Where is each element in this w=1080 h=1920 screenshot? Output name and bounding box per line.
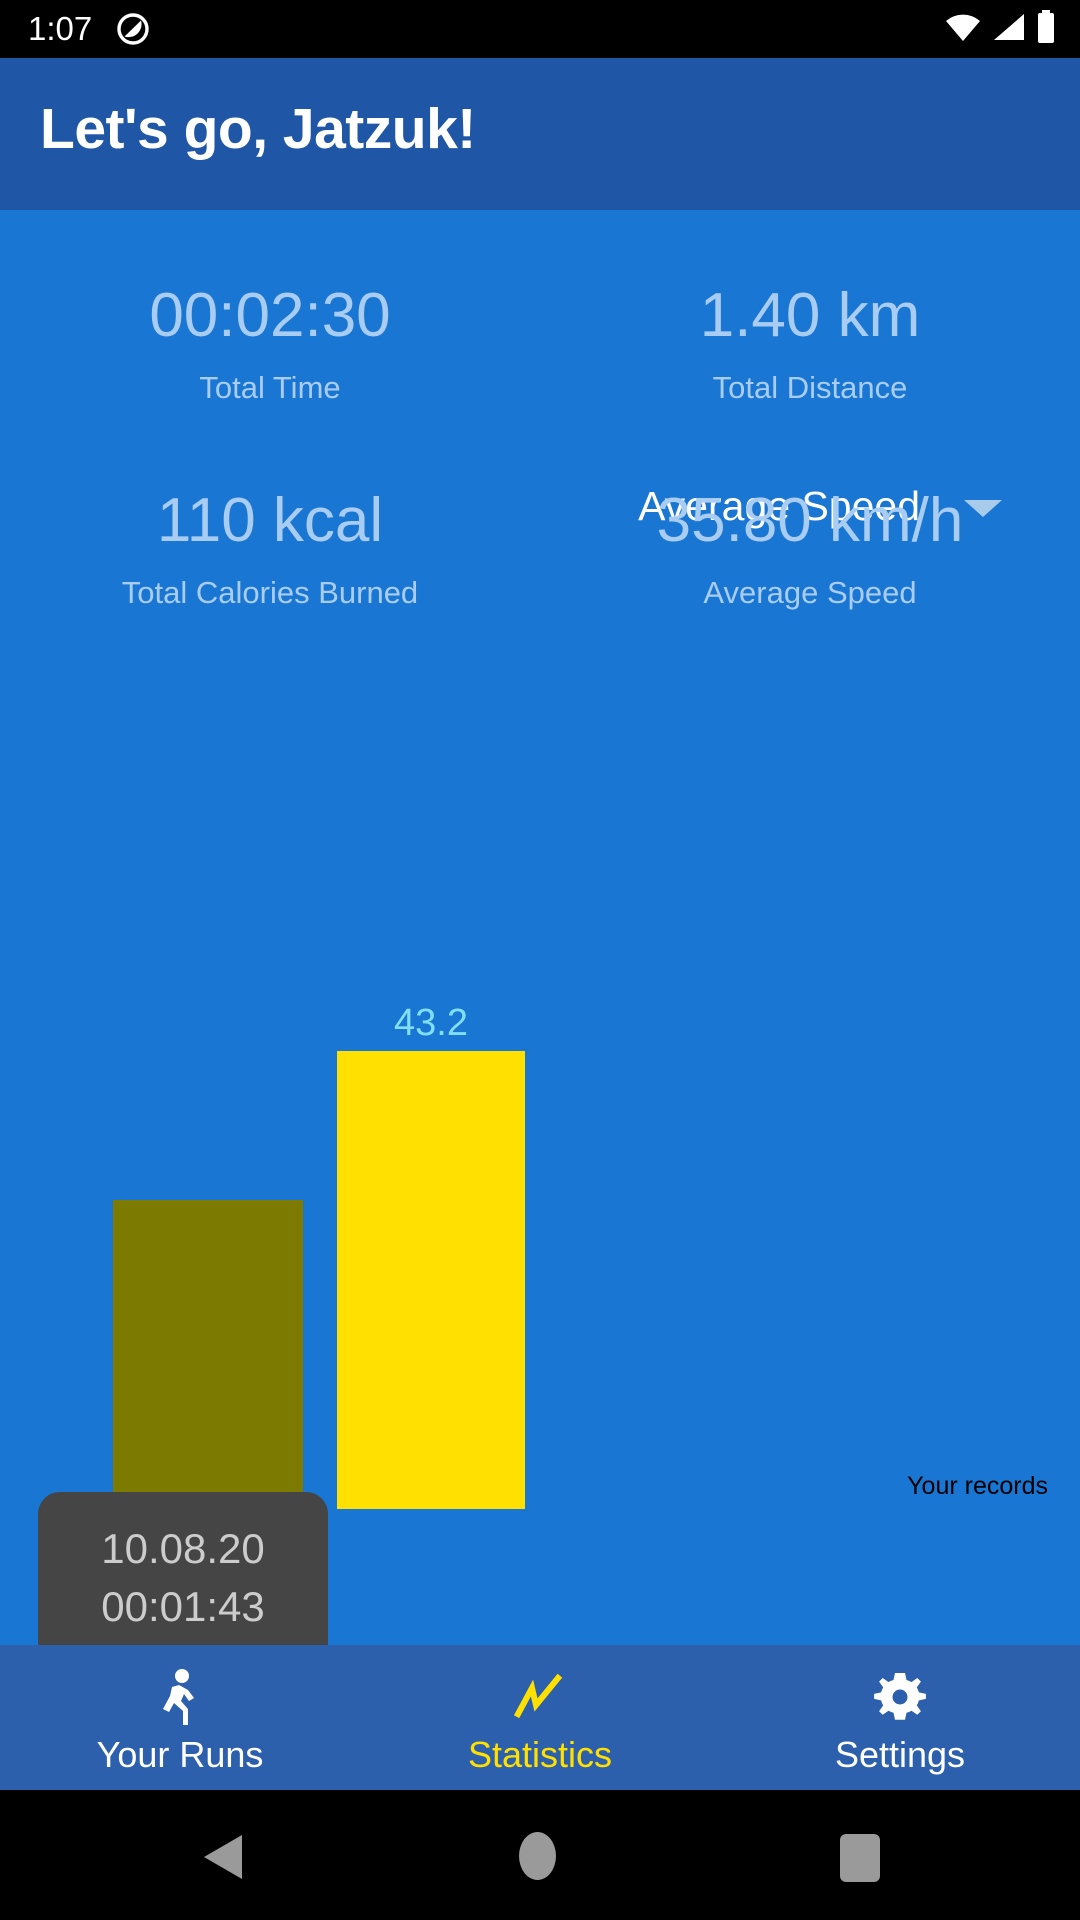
recents-button[interactable] bbox=[840, 1834, 880, 1882]
android-system-nav bbox=[0, 1790, 1080, 1920]
stat-label: Total Distance bbox=[712, 370, 908, 405]
page-title: Let's go, Jatzuk! bbox=[40, 97, 476, 161]
chart-bar[interactable] bbox=[337, 1051, 525, 1509]
stat-value: 00:02:30 bbox=[149, 281, 391, 350]
chart-bar[interactable] bbox=[113, 1200, 303, 1509]
stat-label: Average Speed bbox=[703, 575, 917, 610]
tooltip-duration: 00:01:43 bbox=[101, 1583, 265, 1630]
running-person-icon bbox=[155, 1668, 205, 1726]
stat-average-speed: 35.80 km/h Average Speed bbox=[540, 485, 1080, 613]
stat-total-time: 00:02:30 Total Time bbox=[0, 280, 540, 408]
stat-value: 1.40 km bbox=[699, 281, 921, 350]
nav-item-statistics[interactable]: Statistics bbox=[360, 1645, 720, 1790]
bar-chart[interactable]: 43.2 AVG SPEED Your records 10.08.20 00:… bbox=[0, 630, 1080, 1645]
trend-line-icon bbox=[512, 1668, 568, 1726]
home-button[interactable] bbox=[519, 1832, 556, 1880]
back-button[interactable] bbox=[204, 1835, 242, 1879]
stat-label: Total Calories Burned bbox=[121, 575, 419, 610]
statistics-screen: Average Speed 00:02:30 Total Time 1.40 k… bbox=[0, 210, 1080, 1645]
nav-item-your-runs[interactable]: Your Runs bbox=[0, 1645, 360, 1790]
bottom-navigation: Your Runs Statistics Settings bbox=[0, 1645, 1080, 1790]
stat-total-calories: 110 kcal Total Calories Burned bbox=[0, 485, 540, 613]
status-icons bbox=[944, 9, 1056, 49]
battery-icon bbox=[1036, 9, 1056, 49]
stat-value: 35.80 km/h bbox=[656, 486, 964, 555]
chart-description: Your records bbox=[907, 1472, 1048, 1500]
app-bar: Let's go, Jatzuk! bbox=[0, 58, 1080, 210]
tooltip-date: 10.08.20 bbox=[101, 1525, 265, 1572]
stat-total-distance: 1.40 km Total Distance bbox=[540, 280, 1080, 408]
wifi-icon bbox=[944, 12, 982, 47]
gear-icon bbox=[873, 1668, 927, 1726]
nav-label: Statistics bbox=[467, 1733, 613, 1775]
stat-label: Total Time bbox=[199, 370, 341, 405]
stat-value: 110 kcal bbox=[156, 486, 384, 555]
tooltip-avg-speed: 28.40 km/h bbox=[52, 1636, 314, 1645]
cellular-signal-icon bbox=[992, 12, 1026, 47]
chart-tooltip: 10.08.20 00:01:43 28.40 km/h 0.80 km 65 … bbox=[38, 1492, 328, 1645]
status-bar: 1:07 bbox=[0, 0, 1080, 58]
nav-label: Settings bbox=[834, 1733, 966, 1775]
status-clock: 1:07 bbox=[28, 10, 93, 47]
nav-item-settings[interactable]: Settings bbox=[720, 1645, 1080, 1790]
do-not-disturb-icon bbox=[114, 10, 152, 48]
nav-label: Your Runs bbox=[96, 1733, 264, 1775]
chart-bar-value-label: 43.2 bbox=[394, 1002, 468, 1044]
